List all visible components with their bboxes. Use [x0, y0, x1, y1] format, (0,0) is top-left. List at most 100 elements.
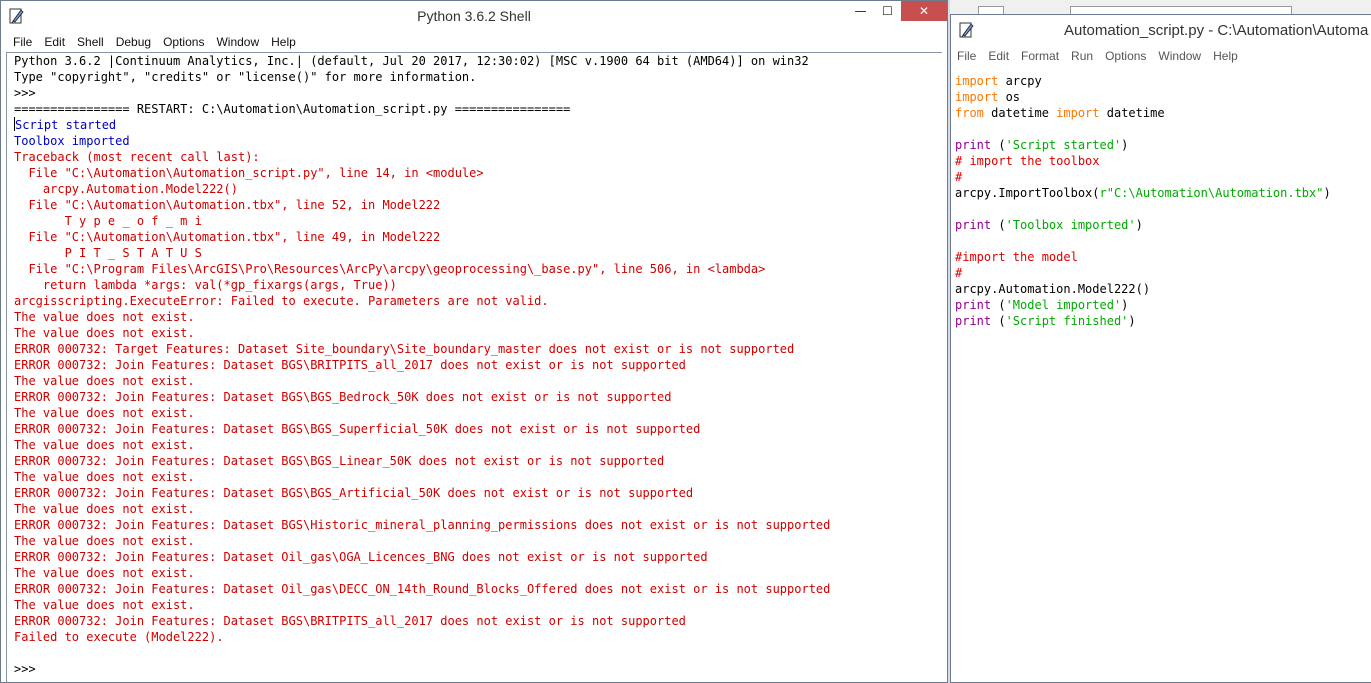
shell-titlebar[interactable]: Python 3.6.2 Shell — ☐ ✕ — [1, 1, 947, 32]
shell-output-line — [14, 645, 943, 661]
code-token: r"C:\Automation\Automation.tbx" — [1099, 186, 1324, 200]
shell-output-line: The value does not exist. — [14, 438, 195, 452]
shell-window-controls: — ☐ ✕ — [847, 1, 947, 21]
text-cursor — [14, 117, 15, 131]
code-token: ( — [991, 298, 1006, 312]
shell-output-line: ERROR 000732: Target Features: Dataset S… — [14, 342, 795, 356]
shell-output-line: File "C:\Automation\Automation_script.py… — [14, 166, 484, 180]
shell-window-title: Python 3.6.2 Shell — [417, 8, 531, 24]
editor-menu-format[interactable]: Format — [1021, 49, 1065, 63]
code-token: import — [955, 74, 999, 88]
code-token: # import the toolbox — [955, 154, 1100, 168]
shell-output-line: Script started — [14, 117, 117, 132]
code-line: print ('Model imported') — [955, 297, 1371, 313]
editor-window: Automation_script.py - C:\Automation\Aut… — [950, 14, 1371, 683]
shell-output-line: >>> — [14, 86, 43, 100]
code-token: ) — [1323, 186, 1331, 200]
shell-output-line: ERROR 000732: Join Features: Dataset BGS… — [14, 422, 701, 436]
shell-output-line: ERROR 000732: Join Features: Dataset BGS… — [14, 390, 672, 404]
shell-output-line: P I T _ S T A T U S — [14, 246, 202, 260]
editor-menu-window[interactable]: Window — [1158, 49, 1207, 63]
code-line: from datetime import datetime — [955, 105, 1371, 121]
code-token: ( — [991, 218, 1006, 232]
shell-menu-options[interactable]: Options — [157, 35, 210, 49]
code-token: #import the model — [955, 250, 1078, 264]
shell-output-line: The value does not exist. — [14, 374, 195, 388]
shell-output-line: Python 3.6.2 |Continuum Analytics, Inc.|… — [14, 54, 809, 68]
editor-window-title: Automation_script.py - C:\Automation\Aut… — [1064, 22, 1369, 39]
code-token: ) — [1128, 314, 1136, 328]
code-token: print — [955, 138, 992, 152]
code-token: ( — [991, 138, 1006, 152]
editor-titlebar[interactable]: Automation_script.py - C:\Automation\Aut… — [951, 15, 1371, 46]
code-token: import — [1056, 106, 1100, 120]
code-token: print — [955, 218, 992, 232]
shell-menu-file[interactable]: File — [7, 35, 38, 49]
code-token: arcpy.Automation.Model222() — [955, 282, 1151, 296]
shell-output-line: ERROR 000732: Join Features: Dataset Oil… — [14, 582, 831, 596]
minimize-button[interactable]: — — [847, 1, 874, 21]
editor-menu-file[interactable]: File — [957, 49, 982, 63]
shell-menu-debug[interactable]: Debug — [110, 35, 157, 49]
shell-output-line: arcgisscripting.ExecuteError: Failed to … — [14, 294, 549, 308]
code-token: print — [955, 298, 992, 312]
code-line: print ('Script started') — [955, 137, 1371, 153]
shell-menu-help[interactable]: Help — [265, 35, 302, 49]
background-window-strip — [950, 0, 1371, 15]
code-token: ( — [991, 314, 1006, 328]
shell-output-line: Failed to execute (Model222). — [14, 630, 224, 644]
code-line: # — [955, 169, 1371, 185]
shell-output-line: The value does not exist. — [14, 502, 195, 516]
shell-menu-window[interactable]: Window — [210, 35, 265, 49]
code-token: 'Toolbox imported' — [1005, 218, 1136, 232]
shell-output-line: Type "copyright", "credits" or "license(… — [14, 70, 477, 84]
editor-code-area[interactable]: import arcpy import os from datetime impor… — [955, 73, 1371, 682]
code-line: import arcpy — [955, 73, 1371, 89]
shell-output-line: ERROR 000732: Join Features: Dataset Oil… — [14, 550, 708, 564]
shell-output-area[interactable]: Python 3.6.2 |Continuum Analytics, Inc.|… — [6, 53, 943, 682]
code-token: arcpy — [998, 74, 1042, 88]
shell-menu-edit[interactable]: Edit — [38, 35, 71, 49]
shell-output-line: ERROR 000732: Join Features: Dataset BGS… — [14, 358, 686, 372]
shell-output-line: ERROR 000732: Join Features: Dataset BGS… — [14, 486, 694, 500]
code-line: print ('Toolbox imported') — [955, 217, 1371, 233]
shell-output-line: The value does not exist. — [14, 406, 195, 420]
editor-menubar: File Edit Format Run Options Window Help — [951, 46, 1371, 66]
code-line: arcpy.ImportToolbox(r"C:\Automation\Auto… — [955, 185, 1371, 201]
shell-output-line: File "C:\Automation\Automation.tbx", lin… — [14, 230, 441, 244]
code-token: datetime — [983, 106, 1057, 120]
code-line: # — [955, 265, 1371, 281]
code-line: #import the model — [955, 249, 1371, 265]
code-token: # — [955, 170, 963, 184]
shell-output-line: ERROR 000732: Join Features: Dataset BGS… — [14, 614, 686, 628]
code-token: ) — [1121, 138, 1129, 152]
code-token: arcpy.ImportToolbox( — [955, 186, 1100, 200]
code-line: arcpy.Automation.Model222() — [955, 281, 1371, 297]
code-token: print — [955, 314, 992, 328]
idle-feather-icon — [959, 22, 974, 38]
editor-menu-options[interactable]: Options — [1105, 49, 1152, 63]
code-token: datetime — [1099, 106, 1165, 120]
shell-output-line: The value does not exist. — [14, 310, 195, 324]
shell-output-line: ================ RESTART: C:\Automation\… — [14, 102, 571, 116]
code-token: ) — [1135, 218, 1143, 232]
code-token: 'Script finished' — [1005, 314, 1129, 328]
shell-output-line: arcpy.Automation.Model222() — [14, 182, 238, 196]
close-button[interactable]: ✕ — [901, 1, 947, 21]
shell-output-line: File "C:\Automation\Automation.tbx", lin… — [14, 198, 441, 212]
shell-output-line: The value does not exist. — [14, 326, 195, 340]
editor-menu-run[interactable]: Run — [1071, 49, 1099, 63]
shell-output-line: The value does not exist. — [14, 534, 195, 548]
editor-menu-edit[interactable]: Edit — [988, 49, 1015, 63]
code-token: ) — [1121, 298, 1129, 312]
shell-menu-shell[interactable]: Shell — [71, 35, 110, 49]
maximize-button[interactable]: ☐ — [874, 1, 901, 21]
code-token: os — [998, 90, 1021, 104]
editor-menu-help[interactable]: Help — [1213, 49, 1244, 63]
shell-output-line: ERROR 000732: Join Features: Dataset BGS… — [14, 518, 831, 532]
shell-output-line: return lambda *args: val(*gp_fixargs(arg… — [14, 278, 397, 292]
code-line: # import the toolbox — [955, 153, 1371, 169]
shell-output-line: Traceback (most recent call last): — [14, 150, 260, 164]
